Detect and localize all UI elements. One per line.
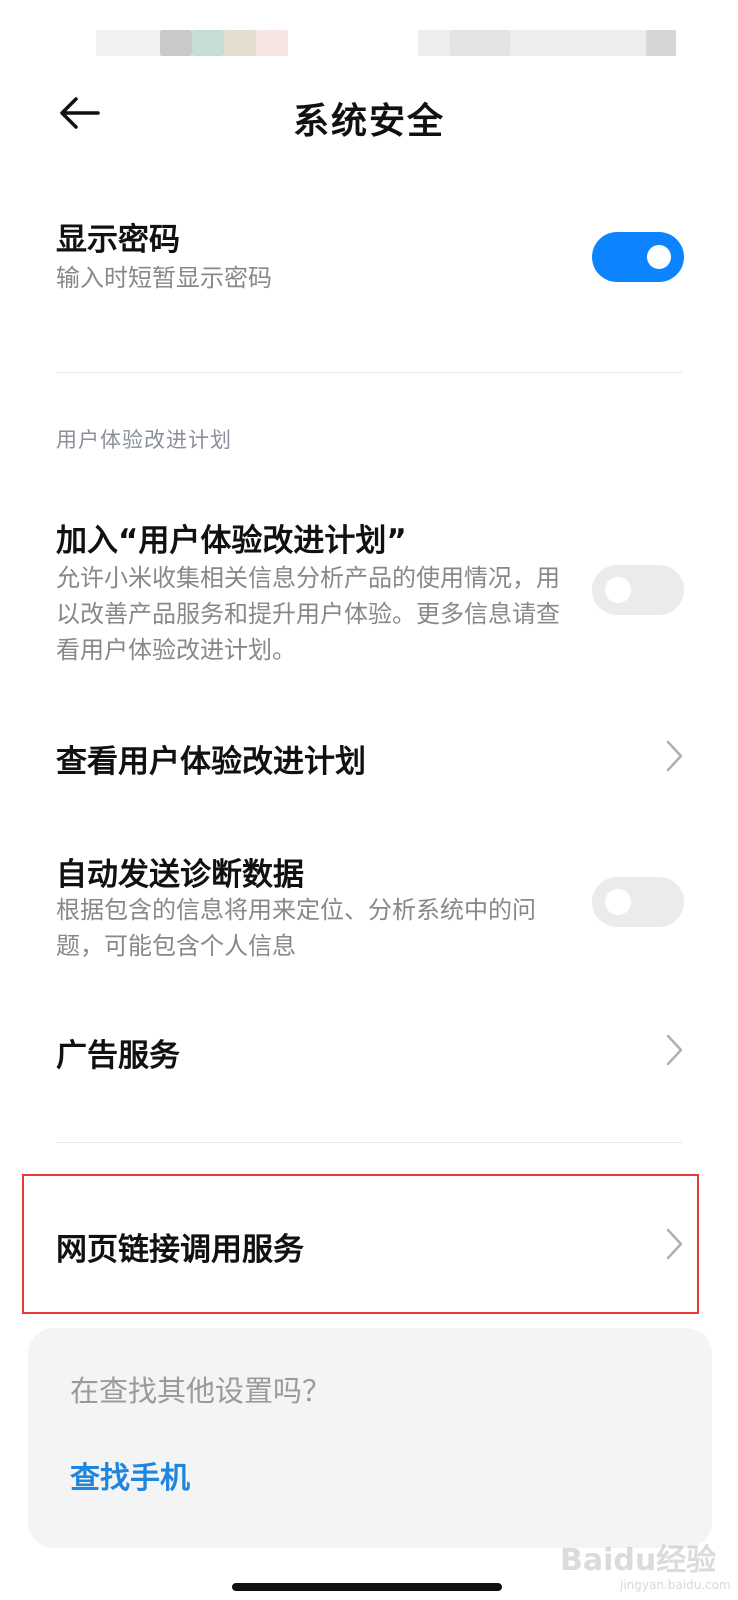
divider <box>56 1142 682 1143</box>
baidu-watermark: Baidu经验 <box>560 1543 717 1578</box>
divider <box>56 372 682 373</box>
toggle-knob <box>605 889 631 915</box>
show-password-toggle[interactable] <box>592 232 684 282</box>
join-ux-program-toggle[interactable] <box>592 565 684 615</box>
join-ux-program-subtitle: 允许小米收集相关信息分析产品的使用情况，用以改善产品服务和提升用户体验。更多信息… <box>56 564 560 664</box>
page-title: 系统安全 <box>292 101 445 142</box>
chevron-right-icon <box>664 738 686 774</box>
find-device-link[interactable]: 查找手机 <box>70 1453 190 1497</box>
join-ux-program-title: 加入“用户体验改进计划” <box>56 523 407 559</box>
highlight-box <box>22 1174 699 1314</box>
auto-send-diagnostics-toggle[interactable] <box>592 877 684 927</box>
auto-send-diagnostics-title: 自动发送诊断数据 <box>56 857 304 893</box>
section-header: 用户体验改进计划 <box>56 428 232 452</box>
chevron-right-icon <box>664 1032 686 1068</box>
toggle-knob <box>605 577 631 603</box>
ad-service-title: 广告服务 <box>56 1038 180 1074</box>
search-suggestion-card <box>28 1328 712 1548</box>
show-password-title: 显示密码 <box>56 222 180 258</box>
home-indicator[interactable] <box>232 1583 502 1591</box>
baidu-watermark-url: jingyan.baidu.com <box>620 1578 731 1592</box>
search-suggestion-prompt: 在查找其他设置吗？ <box>70 1374 332 1408</box>
view-ux-program-title: 查看用户体验改进计划 <box>56 744 366 780</box>
auto-send-diagnostics-subtitle: 根据包含的信息将用来定位、分析系统中的问题，可能包含个人信息 <box>56 896 536 960</box>
show-password-subtitle: 输入时短暂显示密码 <box>56 264 272 292</box>
toggle-knob <box>647 245 671 269</box>
status-bar <box>0 30 738 60</box>
